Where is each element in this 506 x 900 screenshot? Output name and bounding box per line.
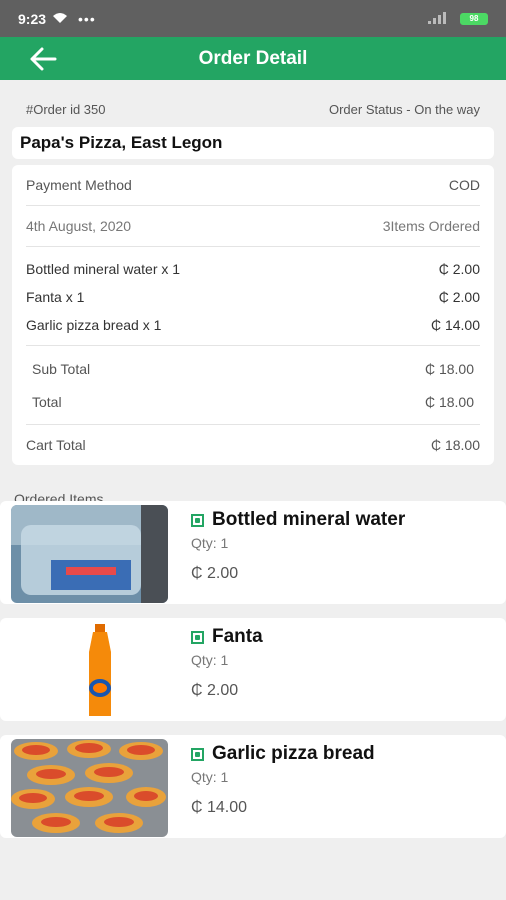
fanta-bottle-image bbox=[11, 622, 168, 720]
ordered-item-card[interactable]: Bottled mineral water Qty: 1 ₵ 2.00 bbox=[0, 501, 506, 604]
line-item-price: ₵ 14.00 bbox=[430, 317, 480, 333]
summary-line-item: Fanta x 1 ₵ 2.00 bbox=[26, 283, 480, 311]
status-bar: 9:23 ••• 98 bbox=[0, 0, 506, 37]
total-value: ₵ 18.00 bbox=[424, 393, 474, 410]
item-qty: Qty: 1 bbox=[191, 769, 229, 785]
wifi-icon bbox=[52, 11, 68, 27]
order-meta: #Order id 350 Order Status - On the way bbox=[0, 102, 506, 117]
garlic-pizza-bread-image bbox=[11, 739, 168, 837]
total-label: Total bbox=[32, 393, 62, 410]
subtotal-label: Sub Total bbox=[32, 360, 91, 377]
status-time: 9:23 bbox=[18, 10, 47, 27]
item-qty: Qty: 1 bbox=[191, 652, 229, 668]
items-ordered-count: 3Items Ordered bbox=[382, 218, 480, 234]
item-price: ₵ 2.00 bbox=[191, 682, 239, 699]
back-arrow-icon[interactable] bbox=[28, 45, 58, 73]
page-title: Order Detail bbox=[198, 47, 308, 69]
battery-icon: 98 bbox=[460, 12, 488, 25]
item-name: Garlic pizza bread bbox=[212, 743, 375, 764]
payment-method-row: Payment Method COD bbox=[26, 165, 480, 205]
more-notifications-icon: ••• bbox=[78, 10, 96, 27]
subtotal-value: ₵ 18.00 bbox=[424, 360, 474, 377]
summary-line-item: Bottled mineral water x 1 ₵ 2.00 bbox=[26, 255, 480, 283]
total-row: Total ₵ 18.00 bbox=[32, 385, 474, 418]
order-id: #Order id 350 bbox=[26, 102, 106, 117]
order-date: 4th August, 2020 bbox=[26, 218, 132, 234]
item-name: Fanta bbox=[212, 626, 263, 647]
line-item-price: ₵ 2.00 bbox=[438, 261, 480, 277]
item-qty: Qty: 1 bbox=[191, 535, 229, 551]
item-price: ₵ 14.00 bbox=[191, 799, 248, 816]
water-bottle-image bbox=[11, 505, 168, 603]
cart-total-label: Cart Total bbox=[26, 437, 86, 453]
payment-method-label: Payment Method bbox=[26, 177, 132, 193]
order-summary-card: Payment Method COD 4th August, 2020 3Ite… bbox=[12, 165, 494, 465]
payment-method-value: COD bbox=[448, 177, 480, 193]
item-price: ₵ 2.00 bbox=[191, 565, 239, 582]
order-date-row: 4th August, 2020 3Items Ordered bbox=[26, 206, 480, 246]
shop-name: Papa's Pizza, East Legon bbox=[12, 127, 494, 159]
ordered-item-card[interactable]: Fanta Qty: 1 ₵ 2.00 bbox=[0, 618, 506, 721]
order-status: Order Status - On the way bbox=[328, 102, 480, 117]
veg-indicator-icon bbox=[191, 630, 204, 644]
line-item-name: Garlic pizza bread x 1 bbox=[26, 317, 162, 333]
ordered-item-card[interactable]: Garlic pizza bread Qty: 1 ₵ 14.00 bbox=[0, 735, 506, 838]
subtotal-row: Sub Total ₵ 18.00 bbox=[32, 352, 474, 385]
veg-indicator-icon bbox=[191, 747, 204, 761]
cart-total-value: ₵ 18.00 bbox=[430, 437, 480, 453]
summary-line-item: Garlic pizza bread x 1 ₵ 14.00 bbox=[26, 311, 480, 339]
veg-indicator-icon bbox=[191, 513, 204, 527]
item-name: Bottled mineral water bbox=[212, 509, 406, 530]
line-item-price: ₵ 2.00 bbox=[438, 289, 480, 305]
cart-total-row: Cart Total ₵ 18.00 bbox=[26, 425, 480, 465]
signal-icon bbox=[428, 11, 450, 27]
line-item-name: Fanta x 1 bbox=[26, 289, 85, 305]
app-bar: Order Detail bbox=[0, 37, 506, 80]
line-item-name: Bottled mineral water x 1 bbox=[26, 261, 181, 277]
